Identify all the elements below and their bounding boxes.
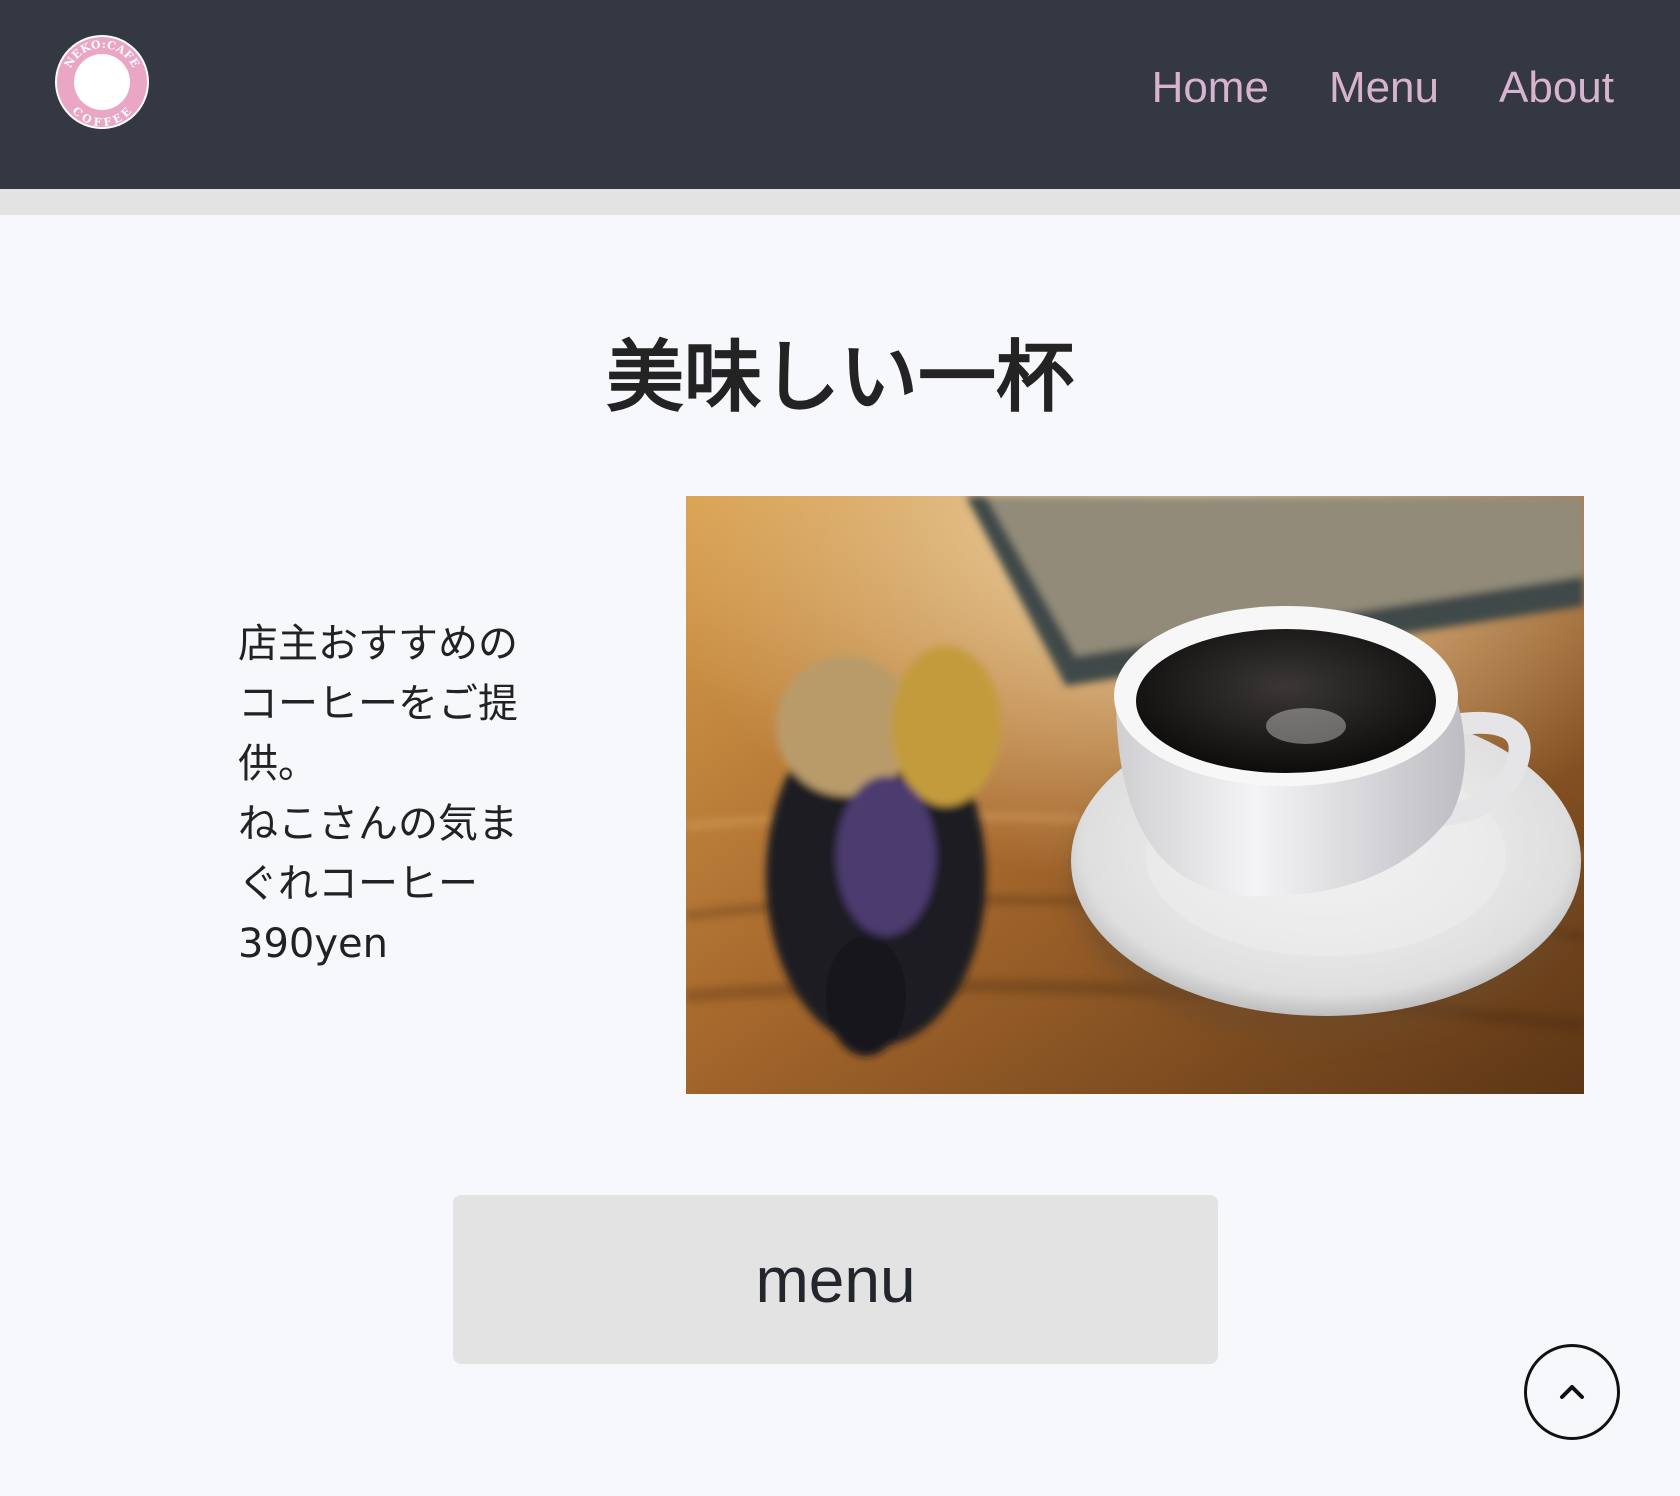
page-title: 美味しい一杯 <box>605 333 1074 423</box>
description-line: 店主おすすめの <box>238 621 518 667</box>
site-header: NEKO:CAFE COFFEE Home Menu About <box>0 0 1680 189</box>
coffee-photo-image <box>686 496 1584 1094</box>
logo-icon: NEKO:CAFE COFFEE <box>55 35 149 129</box>
chevron-up-icon <box>1560 1385 1584 1399</box>
nav-home[interactable]: Home <box>1152 56 1269 120</box>
header-divider <box>0 189 1680 215</box>
scroll-to-top-button[interactable] <box>1524 1344 1620 1440</box>
nav-about[interactable]: About <box>1499 56 1614 120</box>
description-line: ねこさんの気ま <box>238 801 518 847</box>
coffee-cup-photo <box>686 496 1584 1094</box>
product-description: 店主おすすめの コーヒーをご提 供。 ねこさんの気ま ぐれコーヒー 390yen <box>238 614 538 974</box>
description-line: ぐれコーヒー <box>238 861 478 907</box>
description-line: コーヒーをご提 <box>238 681 518 727</box>
price: 390yen <box>238 921 388 967</box>
menu-button[interactable]: menu <box>453 1195 1218 1364</box>
nav-menu[interactable]: Menu <box>1329 56 1439 120</box>
main-nav: Home Menu About <box>1152 56 1614 120</box>
logo[interactable]: NEKO:CAFE COFFEE <box>54 34 150 130</box>
description-line: 供。 <box>238 741 318 787</box>
